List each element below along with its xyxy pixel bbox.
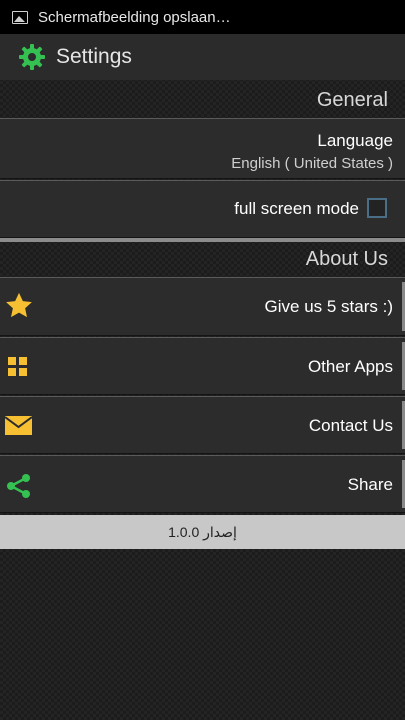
envelope-icon xyxy=(5,416,32,435)
rate-app-item[interactable]: Give us 5 stars :) xyxy=(0,277,405,336)
section-header-about: About Us xyxy=(305,247,388,270)
status-notification-text: Schermafbeelding opslaan… xyxy=(38,8,231,26)
language-setting[interactable]: Language English ( United States ) xyxy=(0,118,405,179)
status-bar: Schermafbeelding opslaan… xyxy=(0,0,405,34)
image-icon xyxy=(12,10,28,24)
page-title: Settings xyxy=(56,45,132,68)
contact-us-item[interactable]: Contact Us xyxy=(0,396,405,454)
fullscreen-setting[interactable]: full screen mode xyxy=(0,180,405,238)
share-item[interactable]: Share xyxy=(0,455,405,513)
language-title: Language xyxy=(317,131,393,150)
other-apps-label: Other Apps xyxy=(307,357,393,376)
grid-icon xyxy=(8,357,27,376)
star-icon xyxy=(6,292,32,318)
action-bar: Settings xyxy=(0,34,405,80)
share-label: Share xyxy=(347,475,393,494)
version-label: إصدار 1.0.0 xyxy=(168,523,237,540)
contact-us-label: Contact Us xyxy=(308,416,393,435)
rate-app-label: Give us 5 stars :) xyxy=(264,297,393,316)
share-icon xyxy=(7,474,30,498)
language-value: English ( United States ) xyxy=(231,155,393,172)
version-bar: إصدار 1.0.0 xyxy=(0,515,405,549)
other-apps-item[interactable]: Other Apps xyxy=(0,337,405,395)
fullscreen-checkbox[interactable] xyxy=(367,198,387,218)
gear-icon[interactable] xyxy=(18,43,46,71)
section-header-general: General xyxy=(316,88,388,111)
fullscreen-label: full screen mode xyxy=(234,199,359,218)
